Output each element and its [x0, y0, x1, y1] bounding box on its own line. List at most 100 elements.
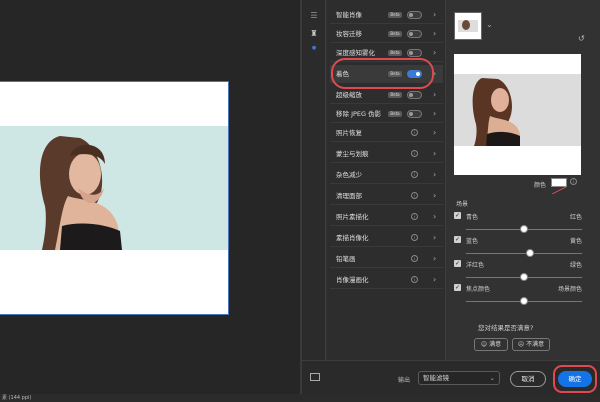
filter-toggle[interactable] [407, 91, 422, 99]
color-label: 颜色 [534, 182, 547, 189]
chevron-right-icon[interactable]: › [433, 124, 436, 142]
filter-item-photo-restoration[interactable]: 照片恢复 i › [330, 124, 443, 142]
output-label: 输出 [398, 377, 411, 384]
chevron-right-icon[interactable]: › [433, 145, 436, 163]
chevron-right-icon[interactable]: › [433, 86, 436, 104]
beta-badge: Beta [388, 111, 402, 117]
info-icon[interactable]: i [411, 255, 418, 262]
portrait-photo [0, 126, 228, 250]
portrait-image [0, 126, 228, 250]
document-page [0, 81, 229, 315]
sliders-icon[interactable]: ☰ [308, 10, 320, 22]
scene-label: 场景 [456, 201, 469, 208]
info-icon[interactable]: i [411, 150, 418, 157]
filter-item-portrait-caricature[interactable]: 肖像漫画化 i › [330, 271, 443, 289]
filter-label: 杂色减少 [336, 171, 362, 179]
unsatisfied-label: 不满意 [526, 341, 545, 348]
active-dot-icon: ● [311, 45, 317, 51]
info-icon[interactable]: i [411, 129, 418, 136]
color-swatch[interactable] [551, 178, 567, 195]
info-icon[interactable]: i [411, 276, 418, 283]
reset-icon[interactable]: ↺ [578, 34, 585, 43]
filter-toggle[interactable] [407, 49, 422, 57]
filter-label: 蒙尘与划痕 [336, 150, 369, 158]
filter-item-sketch-portrait[interactable]: 素描肖像化 i › [330, 229, 443, 247]
slider-left-label: 洋红色 [466, 262, 485, 269]
info-icon[interactable]: i [411, 171, 418, 178]
chevron-right-icon[interactable]: › [433, 105, 436, 123]
satisfied-label: 满意 [489, 341, 502, 348]
checkbox-checked-icon[interactable]: ✓ [454, 284, 461, 291]
layer-panel-icon[interactable] [310, 373, 320, 381]
filter-label: 照片素描化 [336, 213, 369, 221]
preview-image [454, 54, 581, 175]
filter-list: 智能肖像 Beta › 妆容迁移 Beta › 深度感知雾化 Beta › 着色… [327, 0, 446, 360]
unsatisfied-button[interactable]: ☹ 不满意 [512, 338, 550, 351]
filter-toggle[interactable] [407, 110, 422, 118]
beta-badge: Beta [388, 92, 402, 98]
checkbox-checked-icon[interactable]: ✓ [454, 236, 461, 243]
smile-icon: ☺ [480, 341, 488, 348]
chevron-right-icon[interactable]: › [433, 250, 436, 268]
info-icon[interactable]: i [570, 178, 577, 185]
chevron-right-icon[interactable]: › [433, 229, 436, 247]
chevron-right-icon[interactable]: › [433, 208, 436, 226]
chevron-right-icon[interactable]: › [433, 271, 436, 289]
colorize-highlight-ring [331, 58, 434, 89]
slider-thumb[interactable] [520, 297, 528, 305]
brush-icon[interactable]: ♜ [308, 28, 320, 40]
filter-label: 肖像漫画化 [336, 276, 369, 284]
slider-right-label: 黄色 [569, 238, 582, 245]
filter-item-dust-scratches[interactable]: 蒙尘与划痕 i › [330, 145, 443, 163]
info-icon[interactable]: i [411, 213, 418, 220]
filter-item-face-cleanup[interactable]: 清理面部 i › [330, 187, 443, 205]
chevron-right-icon[interactable]: › [433, 25, 436, 43]
output-select[interactable]: 智能滤镜 ⌄ [418, 371, 500, 385]
info-icon[interactable]: i [411, 192, 418, 199]
filter-label: 铅笔画 [336, 255, 356, 263]
reference-thumbnail[interactable] [454, 12, 482, 40]
chevron-right-icon[interactable]: › [433, 6, 436, 24]
checkbox-checked-icon[interactable]: ✓ [454, 212, 461, 219]
info-icon[interactable]: i [411, 234, 418, 241]
satisfied-button[interactable]: ☺ 满意 [474, 338, 508, 351]
filter-label: 深度感知雾化 [336, 49, 375, 57]
filter-item-jpeg-artifacts[interactable]: 移除 JPEG 伪影 Beta › [330, 105, 443, 123]
filter-label: 妆容迁移 [336, 30, 362, 38]
filter-item-pencil[interactable]: 铅笔画 i › [330, 250, 443, 268]
filter-label: 照片恢复 [336, 129, 362, 137]
filter-item-makeup-transfer[interactable]: 妆容迁移 Beta › [330, 25, 443, 43]
slider-track[interactable] [466, 253, 582, 254]
neural-filters-panel: ☰ ♜ ● 智能肖像 Beta › 妆容迁移 Beta › 深度感知雾化 Bet… [302, 0, 600, 394]
chevron-right-icon[interactable]: › [433, 166, 436, 184]
slider-right-label: 红色 [569, 214, 582, 221]
slider-right-label: 绿色 [569, 262, 582, 269]
slider-left-label: 蓝色 [466, 238, 479, 245]
chevron-down-icon: ⌄ [489, 374, 495, 382]
cancel-button[interactable]: 取消 [510, 371, 546, 387]
slider-thumb[interactable] [520, 225, 528, 233]
filter-label: 清理面部 [336, 192, 362, 200]
chevron-down-icon[interactable]: ⌄ [486, 20, 493, 29]
filter-settings: ⌄ ↺ 颜色 i 场景 ✓ 青色 红色 ✓ 蓝色 黄色 ✓ 洋红色 绿色 ✓ 焦… [448, 0, 600, 360]
filter-label: 智能肖像 [336, 11, 362, 19]
status-text: 素 (144 ppi) [2, 395, 32, 401]
slider-thumb[interactable] [520, 273, 528, 281]
filter-label: 移除 JPEG 伪影 [336, 110, 382, 118]
checkbox-checked-icon[interactable]: ✓ [454, 260, 461, 267]
document-canvas[interactable] [0, 0, 300, 394]
chevron-right-icon[interactable]: › [433, 187, 436, 205]
filter-item-smart-portrait[interactable]: 智能肖像 Beta › [330, 6, 443, 24]
chevron-right-icon[interactable]: › [433, 44, 436, 62]
filter-item-photo-to-sketch[interactable]: 照片素描化 i › [330, 208, 443, 226]
status-bar: 素 (144 ppi) [0, 394, 600, 402]
tool-strip: ☰ ♜ ● [302, 0, 326, 360]
filter-toggle[interactable] [407, 30, 422, 38]
filter-item-noise-reduction[interactable]: 杂色减少 i › [330, 166, 443, 184]
beta-badge: Beta [388, 31, 402, 37]
slider-left-label: 青色 [466, 214, 479, 221]
slider-thumb[interactable] [525, 249, 534, 257]
panel-footer: 输出 智能滤镜 ⌄ 取消 确定 [302, 360, 600, 394]
frown-icon: ☹ [517, 341, 525, 348]
filter-toggle[interactable] [407, 11, 422, 19]
